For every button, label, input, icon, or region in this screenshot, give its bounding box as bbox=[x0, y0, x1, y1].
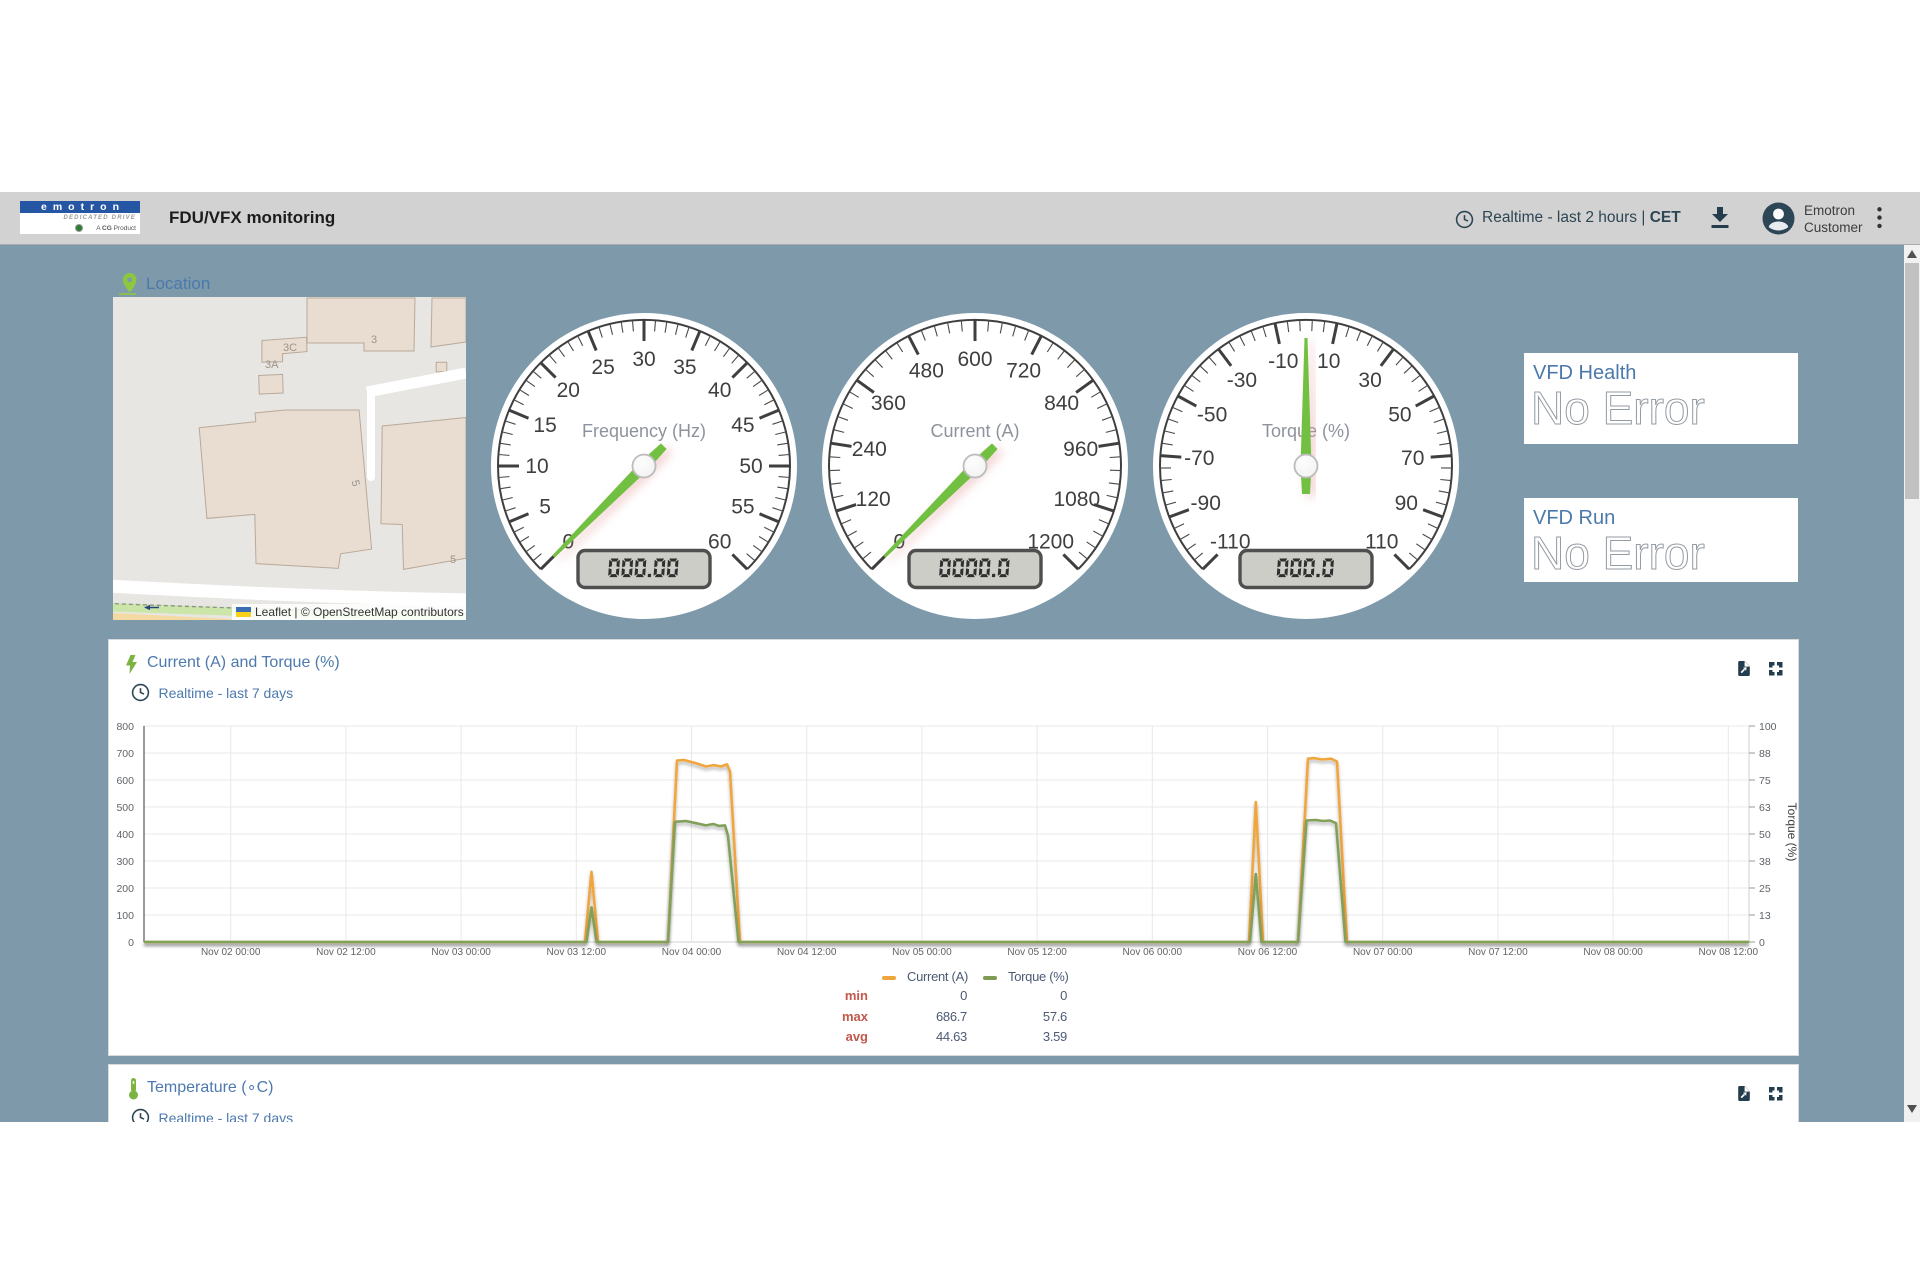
svg-text:50: 50 bbox=[1759, 829, 1771, 841]
svg-text:50: 50 bbox=[739, 455, 762, 478]
svg-text:30: 30 bbox=[632, 348, 655, 371]
svg-text:-90: -90 bbox=[1191, 492, 1221, 515]
svg-text:50: 50 bbox=[1388, 404, 1411, 427]
svg-text:700: 700 bbox=[116, 748, 134, 760]
svg-text:0: 0 bbox=[128, 937, 134, 949]
svg-text:Leaflet | © OpenStreetMap cont: Leaflet | © OpenStreetMap contributors bbox=[255, 605, 464, 619]
svg-text:13: 13 bbox=[1759, 910, 1771, 922]
svg-text:840: 840 bbox=[1044, 392, 1079, 415]
svg-text:300: 300 bbox=[116, 856, 134, 868]
svg-text:Torque (%): Torque (%) bbox=[1785, 803, 1798, 862]
svg-text:Nov 06 00:00: Nov 06 00:00 bbox=[1123, 947, 1183, 958]
svg-text:600: 600 bbox=[957, 348, 992, 371]
svg-text:Nov 02 00:00: Nov 02 00:00 bbox=[201, 947, 261, 958]
svg-text:70: 70 bbox=[1401, 447, 1424, 470]
svg-text:Nov 05 00:00: Nov 05 00:00 bbox=[892, 947, 952, 958]
svg-text:38: 38 bbox=[1759, 856, 1771, 868]
svg-text:-10: -10 bbox=[1268, 350, 1298, 373]
svg-text:90: 90 bbox=[1395, 492, 1418, 515]
svg-text:600: 600 bbox=[116, 775, 134, 787]
svg-text:Current (A): Current (A) bbox=[930, 421, 1019, 441]
svg-text:Nov 02 12:00: Nov 02 12:00 bbox=[316, 947, 376, 958]
svg-text:Nov 03 12:00: Nov 03 12:00 bbox=[547, 947, 607, 958]
svg-text:3A: 3A bbox=[265, 359, 279, 371]
svg-text:30: 30 bbox=[1358, 369, 1381, 392]
svg-text:Nov 07 00:00: Nov 07 00:00 bbox=[1353, 947, 1413, 958]
svg-text:10: 10 bbox=[525, 455, 548, 478]
svg-text:45: 45 bbox=[731, 414, 754, 437]
svg-text:100: 100 bbox=[1759, 721, 1777, 733]
svg-text:Nov 08 00:00: Nov 08 00:00 bbox=[1583, 947, 1643, 958]
svg-text:-70: -70 bbox=[1184, 447, 1214, 470]
svg-text:400: 400 bbox=[116, 829, 134, 841]
svg-text:100: 100 bbox=[116, 910, 134, 922]
svg-text:Nov 07 12:00: Nov 07 12:00 bbox=[1468, 947, 1528, 958]
svg-text:110: 110 bbox=[1365, 531, 1398, 554]
svg-text:Nov 08 12:00: Nov 08 12:00 bbox=[1699, 947, 1759, 958]
svg-text:40: 40 bbox=[708, 379, 731, 402]
svg-text:240: 240 bbox=[852, 438, 887, 461]
svg-text:60: 60 bbox=[708, 531, 731, 554]
svg-text:20: 20 bbox=[557, 379, 580, 402]
svg-text:5: 5 bbox=[539, 496, 551, 519]
svg-text:800: 800 bbox=[116, 721, 134, 733]
svg-text:Nov 05 12:00: Nov 05 12:00 bbox=[1007, 947, 1067, 958]
svg-text:63: 63 bbox=[1759, 802, 1771, 814]
svg-text:-50: -50 bbox=[1197, 404, 1227, 427]
svg-text:55: 55 bbox=[731, 496, 754, 519]
svg-text:25: 25 bbox=[1759, 883, 1771, 895]
svg-text:3: 3 bbox=[371, 334, 377, 346]
svg-text:75: 75 bbox=[1759, 775, 1771, 787]
svg-text:Nov 06 12:00: Nov 06 12:00 bbox=[1238, 947, 1298, 958]
svg-text:480: 480 bbox=[909, 360, 944, 383]
svg-text:10: 10 bbox=[1317, 350, 1340, 373]
svg-text:25: 25 bbox=[591, 356, 614, 379]
svg-text:35: 35 bbox=[673, 356, 696, 379]
svg-text:Nov 04 12:00: Nov 04 12:00 bbox=[777, 947, 837, 958]
svg-text:-30: -30 bbox=[1227, 369, 1257, 392]
svg-text:500: 500 bbox=[116, 802, 134, 814]
svg-text:360: 360 bbox=[871, 392, 906, 415]
svg-text:120: 120 bbox=[856, 488, 891, 511]
svg-text:88: 88 bbox=[1759, 748, 1771, 760]
svg-text:Frequency (Hz): Frequency (Hz) bbox=[582, 421, 706, 441]
svg-text:960: 960 bbox=[1063, 438, 1098, 461]
svg-text:200: 200 bbox=[116, 883, 134, 895]
svg-text:5: 5 bbox=[450, 554, 456, 566]
svg-text:3C: 3C bbox=[283, 342, 297, 354]
svg-text:15: 15 bbox=[533, 414, 556, 437]
svg-text:0: 0 bbox=[1759, 937, 1765, 949]
svg-text:Nov 04 00:00: Nov 04 00:00 bbox=[662, 947, 722, 958]
svg-text:Nov 03 00:00: Nov 03 00:00 bbox=[431, 947, 491, 958]
svg-text:720: 720 bbox=[1006, 360, 1041, 383]
svg-text:1080: 1080 bbox=[1053, 488, 1100, 511]
